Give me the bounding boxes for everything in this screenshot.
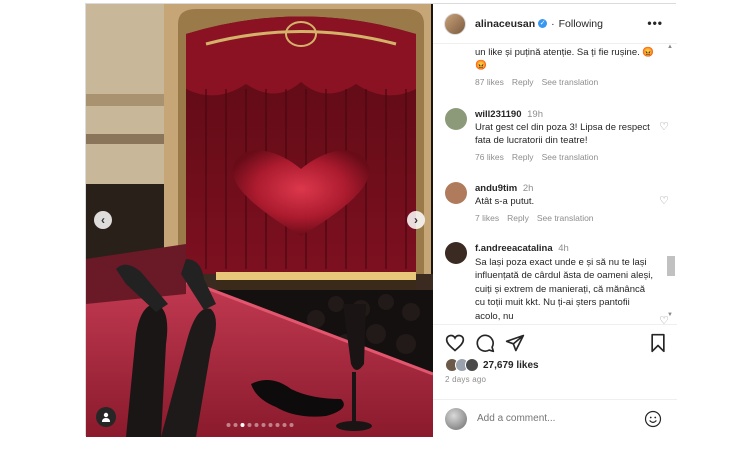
tagged-users-button[interactable] [96,407,116,427]
comment-text: Atât s-a putut. [475,196,535,207]
slide-dot [268,423,272,427]
comments-list[interactable]: un like și puțină atenție. Sa ți fie ruș… [433,44,677,324]
comment-item: f.andreeacatalina 4h Sa lași poza exact … [445,242,669,324]
scrollbar-thumb[interactable] [667,256,675,276]
comment-likes[interactable]: 87 likes [475,77,504,87]
liker-avatar [465,358,479,372]
comment-time: 2h [522,183,534,194]
share-icon[interactable] [505,333,525,353]
reply-button[interactable]: Reply [512,77,534,87]
slide-dot-active [240,423,244,427]
slide-dot [275,423,279,427]
comment-meta: 76 likes Reply See translation [475,152,655,162]
comment-item: will231190 19h Urat gest cel din poza 3!… [445,108,669,162]
post-media[interactable]: ‹ › [86,4,433,437]
commenter-avatar[interactable] [445,182,467,204]
following-button[interactable]: Following [559,18,603,30]
see-translation-button[interactable]: See translation [537,213,594,223]
author-username[interactable]: alinaceusan [475,18,535,30]
emoji-icon[interactable] [644,410,662,428]
comment-item: un like și puțină atenție. Sa ți fie ruș… [445,46,655,87]
see-translation-button[interactable]: See translation [542,152,599,162]
comment-likes[interactable]: 76 likes [475,152,504,162]
prev-slide-button[interactable]: ‹ [94,211,112,229]
slide-dot [289,423,293,427]
post-side-panel: alinaceusan ✓ · Following ••• un like și… [433,4,677,437]
see-translation-button[interactable]: See translation [542,77,599,87]
post-modal: ‹ › alinaceusan ✓ · Following ••• un lik… [85,3,677,437]
comment-time: 4h [558,243,569,254]
chevron-left-icon: ‹ [101,213,105,227]
post-timestamp[interactable]: 2 days ago [445,375,486,384]
add-comment-bar [433,399,677,437]
comment-item: andu9tim 2h Atât s-a putut. 7 likes Repl… [445,182,669,223]
more-icon[interactable]: ••• [647,16,663,30]
author-avatar[interactable] [444,12,466,35]
comments-scrollbar[interactable]: ▲ ▼ [667,44,675,318]
next-slide-button[interactable]: › [407,211,425,229]
slide-dot [282,423,286,427]
scroll-up-icon[interactable]: ▲ [667,44,673,50]
comment-text: un like și puțină atenție. Sa ți fie ruș… [475,47,655,71]
commenter-username[interactable]: will231190 [475,109,521,120]
comment-time: 19h [527,109,543,120]
commenter-avatar[interactable] [445,108,467,130]
slide-dot [261,423,265,427]
chevron-right-icon: › [414,213,418,227]
commenter-avatar[interactable] [445,242,467,264]
current-user-avatar [445,407,467,430]
verified-badge-icon: ✓ [538,19,548,28]
slide-indicator [226,423,293,427]
bookmark-icon[interactable] [649,333,667,353]
slide-dot [254,423,258,427]
comment-icon[interactable] [475,333,495,353]
comment-meta: 7 likes Reply See translation [475,213,655,223]
comment-text: Urat gest cel din poza 3! Lipsa de respe… [475,122,650,146]
comment-meta: 87 likes Reply See translation [475,77,655,87]
post-photo [86,4,433,437]
slide-dot [226,423,230,427]
slide-dot [247,423,251,427]
reply-button[interactable]: Reply [507,213,529,223]
heart-icon[interactable] [445,333,465,353]
likes-count[interactable]: 27,679 likes [483,360,539,371]
user-tag-icon [102,412,110,422]
comment-likes[interactable]: 7 likes [475,213,499,223]
comment-input[interactable] [477,413,627,424]
likes-summary[interactable]: 27,679 likes [445,358,539,372]
commenter-username[interactable]: f.andreeacatalina [475,243,553,254]
reply-button[interactable]: Reply [512,152,534,162]
post-header: alinaceusan ✓ · Following ••• [433,4,677,44]
comment-text: Sa lași poza exact unde e și să nu te la… [475,256,653,322]
scroll-down-icon[interactable]: ▼ [667,312,673,318]
post-actions: 27,679 likes 2 days ago [433,324,677,384]
commenter-username[interactable]: andu9tim [475,183,517,194]
slide-dot [233,423,237,427]
